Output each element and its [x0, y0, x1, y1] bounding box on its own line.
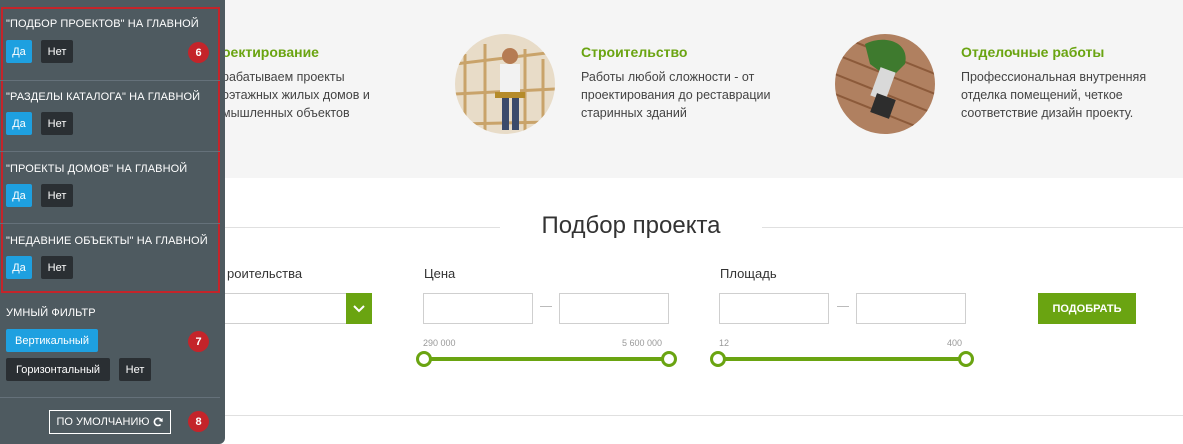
price-label: Цена: [424, 266, 456, 281]
badge-7: 7: [188, 331, 209, 352]
price-max-value: 5 600 000: [622, 338, 663, 348]
option-no-button[interactable]: Нет: [41, 184, 73, 207]
price-slider-track[interactable]: [430, 357, 670, 361]
area-max-value: 400: [947, 338, 963, 348]
option-no-button[interactable]: Нет: [41, 256, 73, 279]
option-yes-button[interactable]: Да: [6, 184, 32, 207]
option-title: "НЕДАВНИЕ ОБЪЕКТЫ" НА ГЛАВНОЙ: [6, 235, 208, 247]
service-title: Строительство: [581, 44, 688, 60]
option-separator: [0, 223, 220, 224]
option-title: "ПРОЕКТЫ ДОМОВ" НА ГЛАВНОЙ: [6, 163, 188, 175]
option-title: "ПОДБОР ПРОЕКТОВ" НА ГЛАВНОЙ: [6, 18, 199, 30]
horizontal-filter-button[interactable]: Горизонтальный: [6, 358, 110, 381]
area-min-value: 12: [719, 338, 730, 348]
reset-default-button[interactable]: ПО УМОЛЧАНИЮ: [49, 410, 171, 434]
range-dash: [540, 306, 552, 307]
service-description: рабатываем проекты оэтажных жилых домов …: [222, 70, 370, 120]
service-description: Профессиональная внутренняя отделка поме…: [961, 70, 1147, 120]
section-title: Подбор проекта: [541, 212, 721, 239]
refresh-icon: [154, 417, 164, 427]
chevron-down-icon[interactable]: [346, 293, 372, 324]
vertical-filter-button[interactable]: Вертикальный: [6, 329, 98, 352]
no-filter-button[interactable]: Нет: [119, 358, 151, 381]
range-dash: [837, 306, 849, 307]
area-max-input[interactable]: [856, 293, 966, 324]
price-min-value: 290 000: [423, 338, 456, 348]
area-label: Площадь: [720, 266, 777, 281]
bottom-divider: [225, 415, 1183, 416]
service-description: Работы любой сложности - от проектирован…: [581, 70, 771, 120]
option-separator: [0, 80, 220, 81]
option-no-button[interactable]: Нет: [41, 112, 73, 135]
option-no-button[interactable]: Нет: [41, 40, 73, 63]
price-slider-max-handle[interactable]: [661, 351, 677, 367]
option-title: "РАЗДЕЛЫ КАТАЛОГА" НА ГЛАВНОЙ: [6, 91, 201, 103]
price-min-input[interactable]: [423, 293, 533, 324]
divider-left: [225, 227, 500, 228]
area-min-input[interactable]: [719, 293, 829, 324]
area-slider-min-handle[interactable]: [710, 351, 726, 367]
option-yes-button[interactable]: Да: [6, 40, 32, 63]
option-yes-button[interactable]: Да: [6, 256, 32, 279]
service-title: Отделочные работы: [961, 44, 1105, 60]
type-label: роительства: [227, 266, 303, 281]
smart-filter-title: УМНЫЙ ФИЛЬТР: [6, 307, 96, 319]
badge-8: 8: [188, 411, 209, 432]
option-separator: [0, 151, 220, 152]
area-slider-max-handle[interactable]: [958, 351, 974, 367]
submit-filter-button[interactable]: ПОДОБРАТЬ: [1038, 293, 1136, 324]
reset-label: ПО УМОЛЧАНИЮ: [56, 416, 150, 428]
option-separator: [0, 397, 220, 398]
paint-brush-photo-icon: [835, 34, 935, 134]
service-title: оектирование: [222, 44, 319, 60]
badge-6: 6: [188, 42, 209, 63]
price-slider-min-handle[interactable]: [416, 351, 432, 367]
settings-panel: "ПОДБОР ПРОЕКТОВ" НА ГЛАВНОЙ Да Нет "РАЗ…: [0, 0, 225, 444]
builder-photo-icon: [455, 34, 555, 134]
area-slider-track[interactable]: [725, 357, 967, 361]
price-max-input[interactable]: [559, 293, 669, 324]
divider-right: [762, 227, 1183, 228]
option-yes-button[interactable]: Да: [6, 112, 32, 135]
